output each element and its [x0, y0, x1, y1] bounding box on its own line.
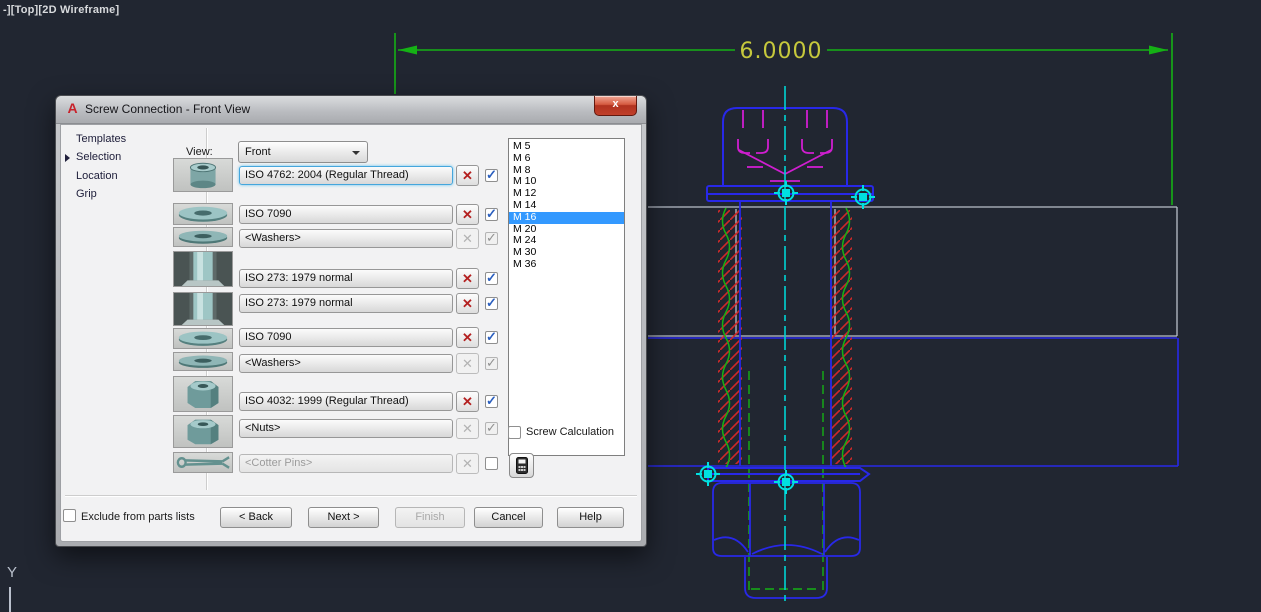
view-dropdown[interactable]: Front	[238, 141, 368, 163]
standard-field-cotter-pins[interactable]: <Cotter Pins>	[239, 454, 453, 473]
row-checkbox-washers	[485, 230, 498, 246]
row-checkbox-washer[interactable]	[485, 206, 498, 222]
nav-item-templates[interactable]: Templates	[76, 133, 126, 145]
thumbnail-hex-nut	[173, 376, 233, 412]
row-checkbox-cotter[interactable]	[485, 457, 498, 470]
nav-item-location[interactable]: Location	[76, 170, 118, 182]
autocad-app-icon: A	[67, 100, 78, 116]
chevron-down-icon	[352, 151, 360, 155]
standard-field-hole-bottom[interactable]: ISO 273: 1979 normal	[239, 294, 453, 313]
dimension-text: 6.0000	[740, 39, 823, 64]
viewport-label[interactable]: -][Top][2D Wireframe]	[3, 4, 119, 16]
standard-field-screw[interactable]: ISO 4762: 2004 (Regular Thread)	[239, 166, 453, 185]
calculator-icon	[515, 457, 528, 474]
size-item-m6[interactable]: M 6	[509, 152, 624, 165]
exclude-parts-checkbox[interactable]	[63, 509, 76, 522]
nav-item-grip[interactable]: Grip	[76, 188, 97, 200]
remove-hole2-button[interactable]	[456, 293, 479, 314]
row-checkbox-washer2[interactable]	[485, 329, 498, 345]
remove-nuts-button	[456, 418, 479, 439]
finish-button: Finish	[395, 507, 465, 528]
row-checkbox-nut[interactable]	[485, 393, 498, 409]
bolt-end	[744, 557, 828, 599]
remove-cotter-button	[456, 453, 479, 474]
standard-field-nuts[interactable]: <Nuts>	[239, 419, 453, 438]
size-item-m36[interactable]: M 36	[509, 258, 624, 271]
row-checkbox-hole[interactable]	[485, 270, 498, 286]
thumbnail-hex-nut	[173, 415, 233, 448]
next-button[interactable]: Next >	[308, 507, 379, 528]
red-x-icon	[462, 206, 473, 223]
remove-washer2-button[interactable]	[456, 327, 479, 348]
dialog-title: Screw Connection - Front View	[85, 102, 251, 116]
dialog-titlebar[interactable]: A Screw Connection - Front View x	[56, 96, 646, 124]
gray-x-icon	[462, 355, 473, 372]
row-checkbox-hole2[interactable]	[485, 295, 498, 311]
help-button[interactable]: Help	[557, 507, 624, 528]
remove-hole-button[interactable]	[456, 268, 479, 289]
remove-nut-button[interactable]	[456, 391, 479, 412]
view-dropdown-value: Front	[245, 146, 271, 158]
nav-item-selection[interactable]: Selection	[76, 151, 121, 163]
standard-field-washer-bottom[interactable]: ISO 7090	[239, 328, 453, 347]
close-button[interactable]: x	[594, 96, 637, 116]
gray-x-icon	[462, 230, 473, 247]
row-checkbox-washers2	[485, 355, 498, 371]
size-item-m16-selected[interactable]: M 16	[509, 211, 624, 224]
thumbnail-cotter-pin	[173, 452, 233, 473]
red-x-icon	[462, 295, 473, 312]
back-button[interactable]: < Back	[220, 507, 292, 528]
red-x-icon	[462, 329, 473, 346]
ucs-y-axis-label: Y	[7, 564, 18, 581]
standard-field-washers-bottom[interactable]: <Washers>	[239, 354, 453, 373]
size-listbox[interactable]: M 5 M 6 M 8 M 10 M 12 M 14 M 16 M 20 M 2…	[508, 138, 625, 456]
remove-washers-button	[456, 228, 479, 249]
red-x-icon	[462, 393, 473, 410]
gray-x-icon	[462, 420, 473, 437]
remove-screw-button[interactable]	[456, 165, 479, 186]
thumbnail-washer	[173, 227, 233, 247]
standard-field-washers-top[interactable]: <Washers>	[239, 229, 453, 248]
standard-field-nut[interactable]: ISO 4032: 1999 (Regular Thread)	[239, 392, 453, 411]
active-step-arrow-icon	[65, 154, 70, 162]
remove-washer-button[interactable]	[456, 204, 479, 225]
ucs-y-axis-line	[9, 587, 11, 612]
red-x-icon	[462, 270, 473, 287]
standard-field-hole-top[interactable]: ISO 273: 1979 normal	[239, 269, 453, 288]
grip-washer-right[interactable]	[851, 185, 875, 209]
screw-connection-dialog: A Screw Connection - Front View x Templa…	[55, 95, 647, 547]
screw-calculation-checkbox[interactable]	[508, 426, 521, 439]
row-checkbox-nuts	[485, 420, 498, 436]
footer-separator	[65, 495, 637, 496]
remove-washers2-button	[456, 353, 479, 374]
thumbnail-socket-head-cap-screw	[173, 158, 233, 192]
row-checkbox-screw[interactable]	[485, 167, 498, 183]
thumbnail-washer	[173, 203, 233, 225]
calculator-button[interactable]	[509, 453, 534, 478]
screw-calculation-label: Screw Calculation	[526, 426, 615, 438]
exclude-parts-label: Exclude from parts lists	[81, 511, 195, 523]
thumbnail-washer	[173, 328, 233, 349]
thumbnail-tapped-hole	[173, 292, 233, 326]
view-label: View:	[186, 146, 213, 158]
thumbnail-tapped-hole	[173, 251, 233, 287]
thumbnail-washer	[173, 352, 233, 371]
size-item-m14[interactable]: M 14	[509, 199, 624, 212]
gray-x-icon	[462, 455, 473, 472]
cancel-button[interactable]: Cancel	[474, 507, 543, 528]
red-x-icon	[462, 167, 473, 184]
standard-field-washer-top[interactable]: ISO 7090	[239, 205, 453, 224]
